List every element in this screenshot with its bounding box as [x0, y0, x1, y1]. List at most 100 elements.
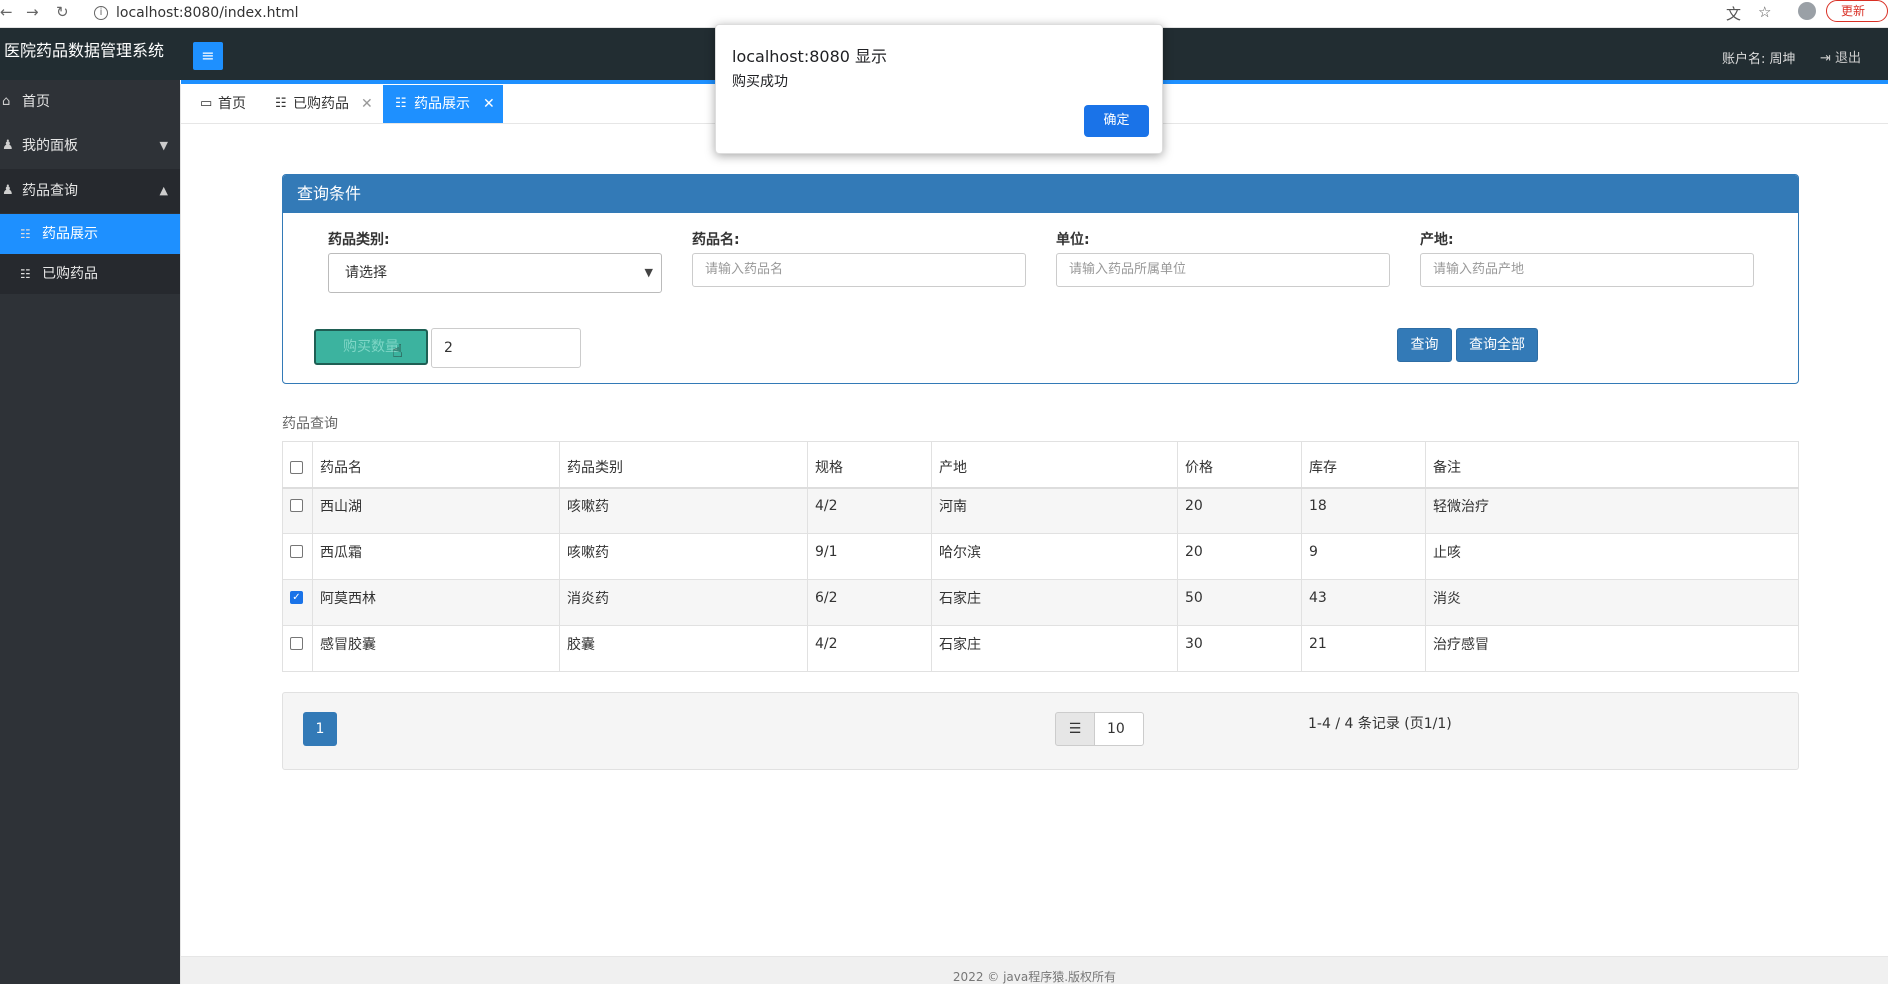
row-select-cell	[282, 487, 313, 534]
category-select-value: 请选择	[345, 265, 387, 281]
drug-name-input[interactable]: 请输入药品名	[692, 253, 1026, 287]
pagination-bar: 1 ☰ 10 1-4 / 4 条记录 (页1/1)	[282, 692, 1799, 770]
update-button[interactable]: 更新	[1826, 0, 1888, 22]
table-cell: 消炎	[1425, 579, 1799, 626]
list-icon: ☷	[275, 96, 287, 111]
tab-home[interactable]: ▭ 首页	[200, 85, 260, 123]
sidebar-item-label: 我的面板	[22, 138, 78, 154]
unit-input[interactable]: 请输入药品所属单位	[1056, 253, 1390, 287]
query-button[interactable]: 查询	[1397, 328, 1452, 362]
sidebar-item-drug-query[interactable]: ♟ 药品查询 ▲	[0, 169, 180, 213]
dialog-ok-button[interactable]: 确定	[1084, 105, 1149, 137]
column-header[interactable]: 产地	[931, 441, 1178, 489]
column-header[interactable]: 价格	[1177, 441, 1302, 489]
hand-cursor-icon: ☝	[392, 341, 403, 362]
list-icon[interactable]: ☰	[1055, 712, 1095, 746]
sidebar-item-label: 药品查询	[22, 183, 78, 199]
logout-button[interactable]: ⇥ 退出	[1820, 47, 1861, 66]
table-cell: 河南	[931, 487, 1178, 534]
table-cell: 18	[1301, 487, 1426, 534]
tab-label: 已购药品	[293, 96, 349, 112]
page-size-select[interactable]: 10	[1094, 712, 1144, 746]
back-icon[interactable]: ←	[0, 3, 13, 21]
translate-icon[interactable]: 文	[1726, 3, 1741, 24]
row-checkbox[interactable]	[290, 637, 303, 650]
table-cell: 20	[1177, 533, 1302, 580]
column-header[interactable]: 药品类别	[559, 441, 808, 489]
address-bar[interactable]: i localhost:8080/index.html	[94, 2, 1694, 24]
table-cell: 感冒胶囊	[312, 625, 560, 672]
list-icon: ☷	[20, 267, 31, 281]
table-cell: 胶囊	[559, 625, 808, 672]
table-cell: 消炎药	[559, 579, 808, 626]
table-row[interactable]: ✓ 阿莫西林 消炎药 6/2 石家庄 50 43 消炎	[282, 579, 1799, 626]
footer-text: 2022 © java程序猿.版权所有	[952, 970, 1117, 984]
logout-label: 退出	[1835, 51, 1862, 66]
table-header-row: 药品名 药品类别 规格 产地 价格 库存 备注	[282, 441, 1799, 489]
close-icon[interactable]: ✕	[483, 85, 495, 123]
select-all-checkbox[interactable]	[290, 460, 303, 474]
row-checkbox-checked[interactable]: ✓	[290, 591, 303, 604]
origin-placeholder: 请输入药品产地	[1433, 262, 1525, 277]
column-header[interactable]: 规格	[807, 441, 932, 489]
star-icon[interactable]: ☆	[1758, 3, 1771, 21]
tab-purchased[interactable]: ☷ 已购药品 ✕	[275, 85, 375, 123]
account-label: 账户名: 周坤	[1722, 52, 1796, 67]
row-select-cell	[282, 625, 313, 672]
row-checkbox[interactable]	[290, 545, 303, 558]
row-checkbox[interactable]	[290, 499, 303, 513]
table-cell: 西山湖	[312, 487, 560, 534]
drug-name-placeholder: 请输入药品名	[705, 262, 784, 277]
monitor-icon: ▭	[200, 96, 213, 111]
column-header[interactable]: 备注	[1425, 441, 1799, 489]
category-select[interactable]: 请选择 ▼	[328, 253, 662, 293]
table-cell: 石家庄	[931, 625, 1178, 672]
table-cell: 43	[1301, 579, 1426, 626]
dialog-title: localhost:8080 显示	[732, 47, 888, 66]
site-info-icon[interactable]: i	[94, 6, 108, 20]
reload-icon[interactable]: ↻	[56, 3, 69, 21]
buy-quantity-input[interactable]: 2	[431, 328, 581, 368]
home-icon: ⌂	[2, 94, 11, 109]
column-header[interactable]: 药品名	[312, 441, 560, 489]
table-cell: 9	[1301, 533, 1426, 580]
origin-input[interactable]: 请输入药品产地	[1420, 253, 1754, 287]
query-all-button[interactable]: 查询全部	[1456, 328, 1538, 362]
forward-icon[interactable]: →	[26, 3, 39, 21]
dialog-message: 购买成功	[732, 74, 788, 90]
table-cell: 阿莫西林	[312, 579, 560, 626]
table-cell: 西瓜霜	[312, 533, 560, 580]
app-title: 医院药品数据管理系统	[4, 41, 165, 60]
list-icon: ☷	[20, 227, 31, 241]
category-label: 药品类别:	[328, 232, 390, 248]
table-row[interactable]: 西山湖 咳嗽药 4/2 河南 20 18 轻微治疗	[282, 487, 1799, 534]
sidebar-item-home[interactable]: ⌂ 首页	[0, 80, 180, 124]
sidebar-item-label: 药品展示	[42, 226, 98, 242]
page-button[interactable]: 1	[303, 712, 337, 746]
tab-label: 首页	[218, 96, 246, 112]
profile-avatar-icon[interactable]	[1798, 2, 1816, 20]
panel-title: 查询条件	[283, 175, 1798, 213]
table-cell: 21	[1301, 625, 1426, 672]
select-all-cell	[282, 441, 313, 489]
sidebar-item-label: 首页	[22, 94, 50, 110]
alert-dialog: localhost:8080 显示 购买成功 确定	[715, 24, 1163, 154]
logout-icon: ⇥	[1820, 51, 1836, 66]
drug-name-label: 药品名:	[692, 232, 740, 248]
table-cell: 30	[1177, 625, 1302, 672]
sidebar-item-my-panel[interactable]: ♟ 我的面板 ▼	[0, 124, 180, 168]
close-icon[interactable]: ✕	[361, 85, 373, 123]
table-row[interactable]: 感冒胶囊 胶囊 4/2 石家庄 30 21 治疗感冒	[282, 625, 1799, 672]
tab-drug-display[interactable]: ☷ 药品展示 ✕	[383, 85, 503, 123]
column-header[interactable]: 库存	[1301, 441, 1426, 489]
sidebar-item-drug-display[interactable]: ☷ 药品展示	[0, 214, 180, 254]
buy-quantity-button[interactable]: 购买数量	[314, 329, 428, 365]
table-cell: 50	[1177, 579, 1302, 626]
sidebar-item-purchased-drugs[interactable]: ☷ 已购药品	[0, 254, 180, 294]
menu-toggle-button[interactable]: ≡	[193, 42, 223, 70]
update-label: 更新	[1841, 4, 1866, 18]
table-cell: 治疗感冒	[1425, 625, 1799, 672]
table-cell: 6/2	[807, 579, 932, 626]
table-row[interactable]: 西瓜霜 咳嗽药 9/1 哈尔滨 20 9 止咳	[282, 533, 1799, 580]
table-cell: 石家庄	[931, 579, 1178, 626]
